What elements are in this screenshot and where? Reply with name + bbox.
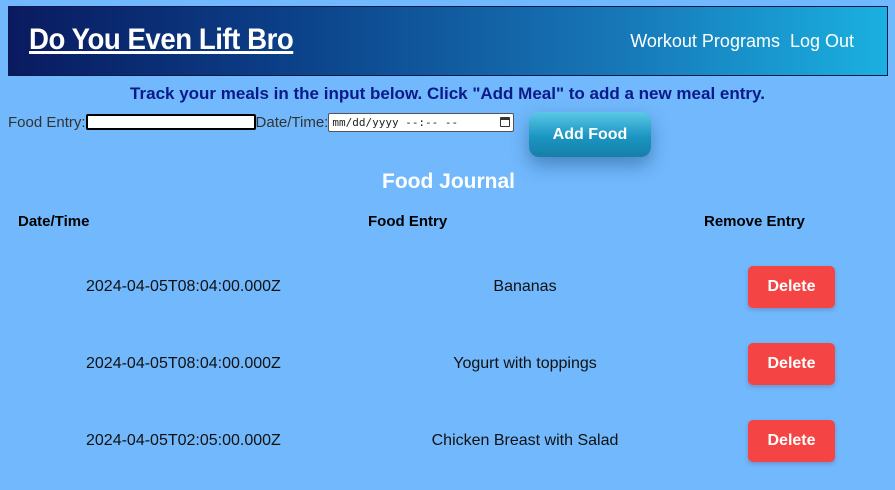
row-food: Yogurt with toppings bbox=[453, 355, 597, 372]
calendar-icon[interactable] bbox=[500, 117, 511, 127]
table-row: 2024-04-05T08:04:00.000Z Bananas Delete bbox=[0, 266, 895, 310]
row-food: Chicken Breast with Salad bbox=[431, 432, 619, 449]
meal-form: Food Entry: Date/Time: mm/dd/yyyy --:-- … bbox=[8, 112, 515, 132]
nav-workout-programs-link[interactable]: Workout Programs bbox=[630, 31, 780, 52]
food-journal-title: Food Journal bbox=[382, 170, 515, 193]
site-brand-link[interactable]: Do You Even Lift Bro bbox=[29, 23, 294, 57]
table-row: 2024-04-05T08:04:00.000Z Yogurt with top… bbox=[0, 343, 895, 387]
column-header-remove: Remove Entry bbox=[704, 213, 805, 230]
row-date: 2024-04-05T02:05:00.000Z bbox=[86, 432, 281, 449]
site-header: Do You Even Lift Bro Workout Programs Lo… bbox=[8, 6, 888, 76]
row-food: Bananas bbox=[493, 278, 557, 295]
instructions-text: Track your meals in the input below. Cli… bbox=[130, 84, 765, 103]
delete-button[interactable]: Delete bbox=[748, 420, 835, 462]
food-entry-input[interactable] bbox=[85, 114, 256, 130]
delete-button[interactable]: Delete bbox=[748, 343, 835, 385]
date-time-label: Date/Time: bbox=[255, 113, 329, 131]
column-header-date: Date/Time bbox=[18, 213, 90, 230]
row-date: 2024-04-05T08:04:00.000Z bbox=[86, 355, 281, 372]
food-entry-label: Food Entry: bbox=[8, 113, 86, 131]
column-header-food: Food Entry bbox=[368, 213, 448, 230]
date-time-placeholder: mm/dd/yyyy --:-- -- bbox=[332, 115, 459, 129]
add-food-button[interactable]: Add Food bbox=[529, 112, 651, 157]
table-row: 2024-04-05T02:05:00.000Z Chicken Breast … bbox=[0, 420, 895, 464]
header-nav: Workout Programs Log Out bbox=[630, 31, 854, 52]
row-date: 2024-04-05T08:04:00.000Z bbox=[86, 278, 281, 295]
nav-log-out-link[interactable]: Log Out bbox=[790, 31, 854, 52]
delete-button[interactable]: Delete bbox=[748, 266, 835, 308]
date-time-input[interactable]: mm/dd/yyyy --:-- -- bbox=[328, 112, 515, 132]
